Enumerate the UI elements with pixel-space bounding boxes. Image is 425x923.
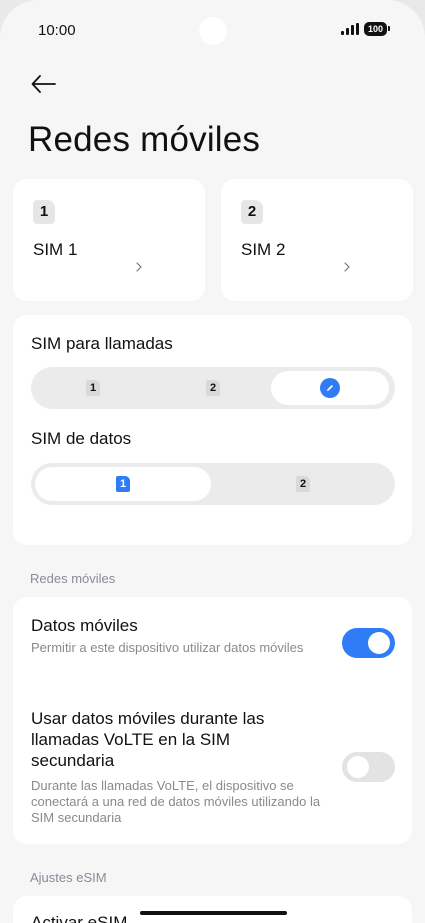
sim-number-badge: 2: [206, 380, 220, 396]
calls-sim-option-2[interactable]: 2: [155, 371, 271, 405]
sim-card-1[interactable]: 1 SIM 1: [13, 179, 205, 301]
esim-card: Activar eSIM: [13, 896, 412, 923]
chevron-right-icon: [136, 262, 142, 272]
page-title: Redes móviles: [28, 120, 261, 159]
screen: 10:00 100 Redes móviles 1 SIM 1 2 SIM 2 …: [0, 0, 425, 923]
sim-card-name: SIM 2: [241, 240, 286, 259]
data-sim-option-1[interactable]: 1: [35, 467, 211, 501]
data-sim-option-2[interactable]: 2: [215, 467, 391, 501]
mobile-networks-card: Datos móviles Permitir a este dispositiv…: [13, 597, 412, 844]
mobile-data-description: Permitir a este dispositivo utilizar dat…: [31, 640, 304, 655]
volte-data-title: Usar datos móviles durante las llamadas …: [31, 709, 265, 770]
home-indicator[interactable]: [140, 911, 287, 915]
calls-sim-selector: 1 2: [31, 367, 395, 409]
mobile-data-toggle[interactable]: [342, 628, 395, 658]
toggle-knob: [347, 756, 369, 778]
toggle-knob: [368, 632, 390, 654]
sim-number-badge: 2: [296, 476, 310, 492]
volte-data-toggle[interactable]: [342, 752, 395, 782]
sim-number-badge: 1: [86, 380, 100, 396]
data-sim-heading: SIM de datos: [31, 429, 132, 448]
pencil-icon: [320, 378, 340, 398]
status-time: 10:00: [38, 22, 76, 39]
sim-number-badge: 1: [116, 476, 130, 492]
signal-icon: [340, 23, 359, 35]
back-arrow-icon[interactable]: [28, 68, 60, 100]
sim-card-name: SIM 1: [33, 240, 78, 259]
front-camera: [199, 17, 227, 45]
chevron-right-icon: [344, 262, 350, 272]
volte-data-description: Durante las llamadas VoLTE, el dispositi…: [31, 778, 321, 825]
sim-number-badge: 1: [33, 200, 55, 224]
calls-sim-heading: SIM para llamadas: [31, 334, 173, 353]
mobile-networks-group-label: Redes móviles: [30, 571, 116, 586]
esim-group-label: Ajustes eSIM: [30, 870, 107, 885]
mobile-data-title: Datos móviles: [31, 616, 138, 635]
status-icons: 100: [340, 22, 391, 36]
status-bar: 10:00 100: [0, 0, 425, 60]
battery-icon: 100: [363, 22, 391, 36]
sim-preferences-card: SIM para llamadas 1 2 SIM de datos 1 2: [13, 315, 412, 545]
data-sim-selector: 1 2: [31, 463, 395, 505]
sim-number-badge: 2: [241, 200, 263, 224]
calls-sim-option-ask[interactable]: [271, 371, 389, 405]
sim-card-2[interactable]: 2 SIM 2: [221, 179, 413, 301]
activate-esim-title[interactable]: Activar eSIM: [31, 912, 127, 923]
calls-sim-option-1[interactable]: 1: [35, 371, 151, 405]
